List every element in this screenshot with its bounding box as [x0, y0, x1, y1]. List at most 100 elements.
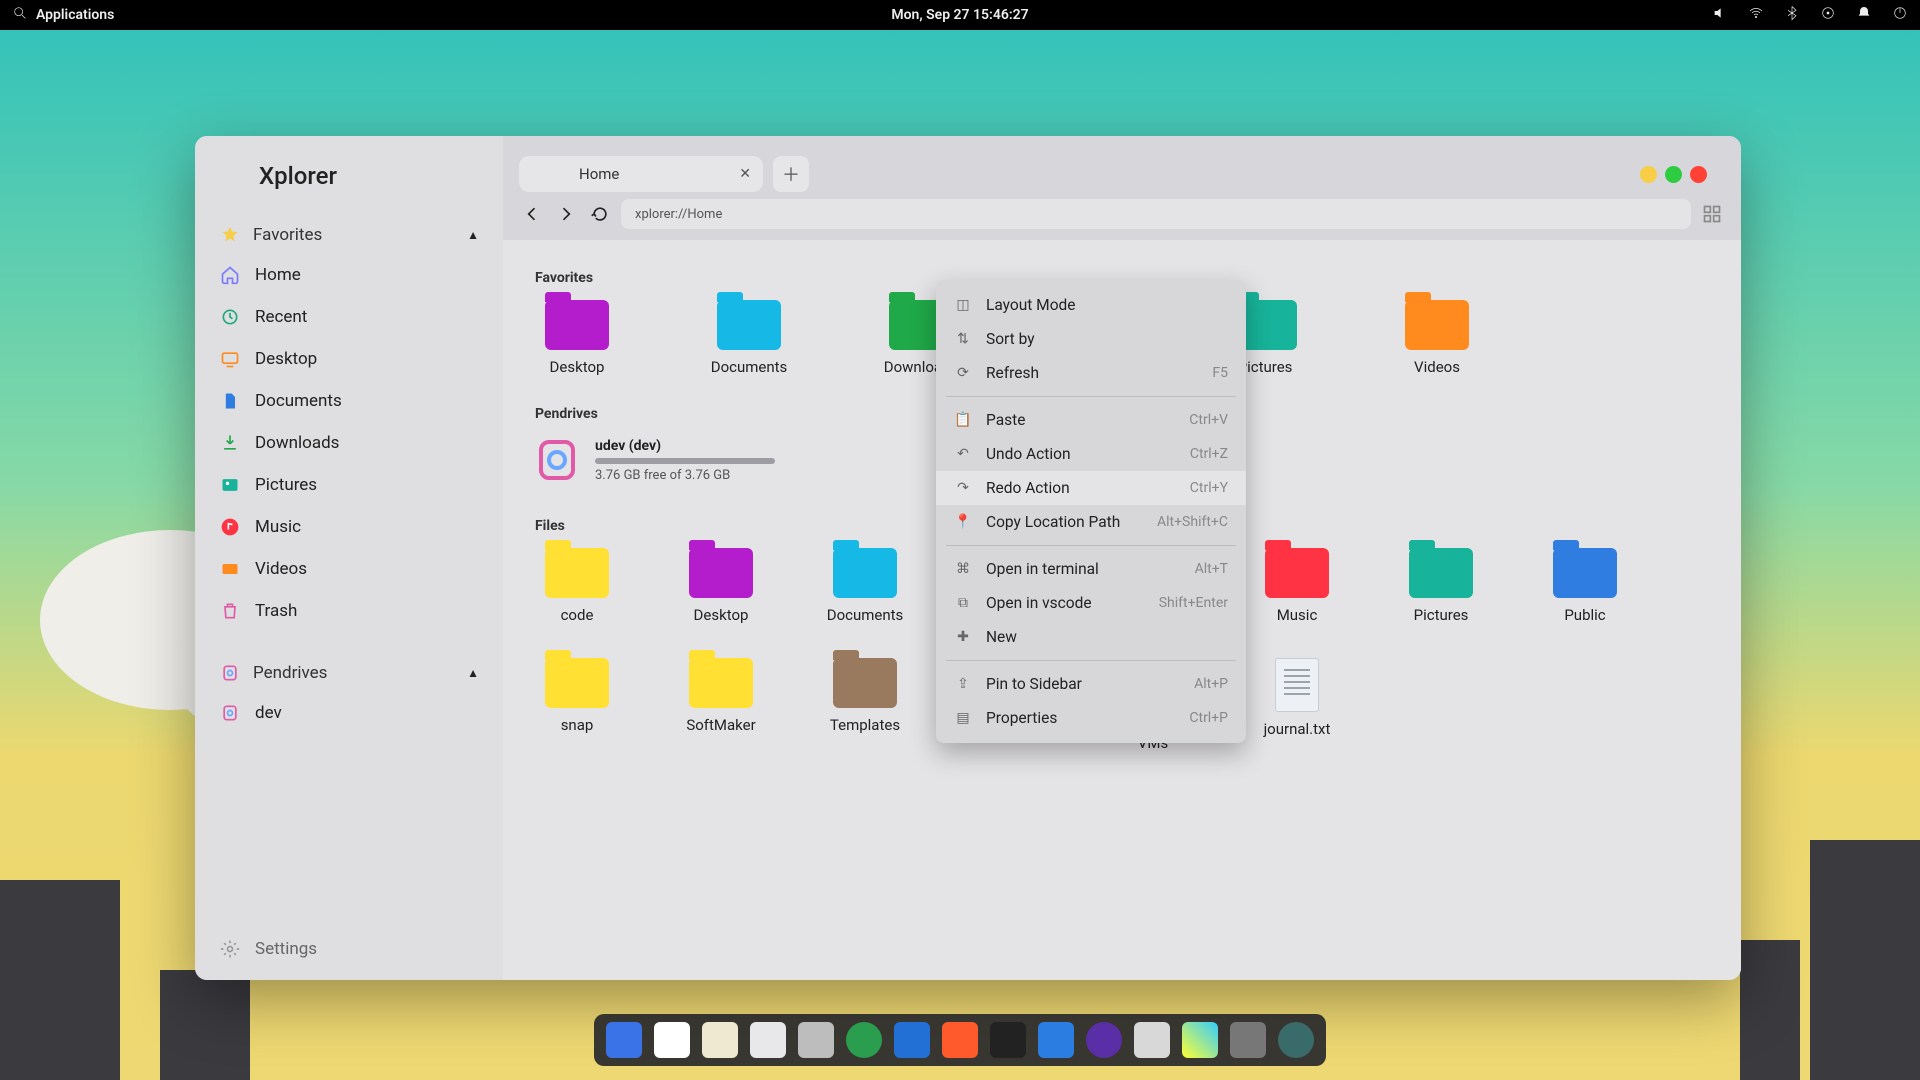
sidebar-favorites-header[interactable]: Favorites ▲ — [205, 216, 493, 254]
context-menu: ◫Layout Mode⇅Sort by⟳RefreshF5 📋PasteCtrl… — [936, 280, 1246, 743]
ctx-properties[interactable]: ▤PropertiesCtrl+P — [936, 701, 1246, 735]
ctx-new[interactable]: ✚New — [936, 620, 1246, 654]
power-icon[interactable] — [1892, 5, 1908, 25]
sidebar-item-label: Videos — [255, 559, 307, 579]
sidebar: Xplorer Favorites ▲ HomeRecentDesktopDoc… — [195, 136, 503, 980]
tab-home[interactable]: Home ✕ — [519, 156, 763, 192]
maximize-button[interactable] — [1665, 166, 1682, 183]
sidebar-item-recent[interactable]: Recent — [205, 296, 493, 338]
ctx-label: Properties — [986, 709, 1057, 727]
dock-app[interactable] — [750, 1022, 786, 1058]
item-label: Documents — [711, 358, 788, 376]
item-label: Music — [1277, 606, 1318, 624]
dock-app[interactable] — [1230, 1022, 1266, 1058]
ctx-shortcut: Ctrl+Y — [1190, 480, 1228, 496]
back-button[interactable] — [519, 201, 545, 227]
dock-app[interactable] — [942, 1022, 978, 1058]
sidebar-item-downloads[interactable]: Downloads — [205, 422, 493, 464]
item-snap[interactable]: snap — [533, 658, 621, 752]
dock-app[interactable] — [1278, 1022, 1314, 1058]
settings-button[interactable]: Settings — [205, 928, 493, 970]
dock-app[interactable] — [846, 1022, 882, 1058]
item-public[interactable]: Public — [1541, 548, 1629, 624]
ctx-pin-to-sidebar[interactable]: ⇪Pin to SidebarAlt+P — [936, 667, 1246, 701]
ctx-undo-action[interactable]: ↶Undo ActionCtrl+Z — [936, 437, 1246, 471]
item-templates[interactable]: Templates — [821, 658, 909, 752]
dock-app[interactable] — [1038, 1022, 1074, 1058]
item-videos[interactable]: Videos — [1393, 300, 1481, 376]
dock-app[interactable] — [654, 1022, 690, 1058]
clock[interactable]: Mon, Sep 27 15:46:27 — [891, 7, 1028, 23]
item-documents[interactable]: Documents — [821, 548, 909, 624]
dock-app[interactable] — [990, 1022, 1026, 1058]
pendrive-card[interactable]: udev (dev) 3.76 GB free of 3.76 GB — [533, 436, 833, 484]
item-softmaker[interactable]: SoftMaker — [677, 658, 765, 752]
sidebar-pendrive-dev[interactable]: dev — [205, 692, 493, 734]
item-pictures[interactable]: Pictures — [1397, 548, 1485, 624]
sidebar-item-label: Pictures — [255, 475, 317, 495]
pendrive-subtitle: 3.76 GB free of 3.76 GB — [595, 468, 775, 483]
reload-button[interactable] — [587, 201, 613, 227]
volume-icon[interactable] — [1712, 5, 1728, 25]
window-controls — [1640, 166, 1725, 183]
ctx-sort-by[interactable]: ⇅Sort by — [936, 322, 1246, 356]
ctx-shortcut: Ctrl+Z — [1190, 446, 1228, 462]
search-icon[interactable] — [12, 5, 28, 25]
pendrive-icon — [219, 662, 241, 684]
ctx-layout-mode[interactable]: ◫Layout Mode — [936, 288, 1246, 322]
nav-row: xplorer://Home — [503, 198, 1741, 240]
sidebar-pendrives-header[interactable]: Pendrives ▲ — [205, 654, 493, 692]
wifi-icon[interactable] — [1748, 5, 1764, 25]
item-desktop[interactable]: Desktop — [677, 548, 765, 624]
location-bar[interactable]: xplorer://Home — [621, 199, 1691, 229]
notification-icon[interactable] — [1856, 5, 1872, 25]
item-journal.txt[interactable]: journal.txt — [1253, 658, 1341, 752]
ctx-copy-location-path[interactable]: 📍Copy Location PathAlt+Shift+C — [936, 505, 1246, 539]
minimize-button[interactable] — [1640, 166, 1657, 183]
forward-button[interactable] — [553, 201, 579, 227]
gear-icon — [219, 938, 241, 960]
close-tab-icon[interactable]: ✕ — [739, 166, 751, 182]
item-code[interactable]: code — [533, 548, 621, 624]
dock-app[interactable] — [1086, 1022, 1122, 1058]
sidebar-item-music[interactable]: Music — [205, 506, 493, 548]
dock-app[interactable] — [606, 1022, 642, 1058]
ctx-label: New — [986, 628, 1017, 646]
vscode-icon: ⧉ — [954, 594, 972, 612]
sidebar-item-videos[interactable]: Videos — [205, 548, 493, 590]
collapse-icon[interactable]: ▲ — [467, 666, 479, 680]
layout-toggle-icon[interactable] — [1699, 201, 1725, 227]
ctx-refresh[interactable]: ⟳RefreshF5 — [936, 356, 1246, 390]
sync-icon[interactable] — [1820, 5, 1836, 25]
xplorer-window: Xplorer Favorites ▲ HomeRecentDesktopDoc… — [195, 136, 1741, 980]
applications-menu[interactable]: Applications — [36, 7, 114, 23]
item-music[interactable]: Music — [1253, 548, 1341, 624]
sidebar-item-desktop[interactable]: Desktop — [205, 338, 493, 380]
dock-app[interactable] — [1134, 1022, 1170, 1058]
pendrive-icon — [533, 436, 581, 484]
dock-app[interactable] — [798, 1022, 834, 1058]
folder-icon — [689, 658, 753, 708]
dock-app[interactable] — [1182, 1022, 1218, 1058]
videos-icon — [219, 558, 241, 580]
tab-bar: Home ✕ ＋ — [503, 136, 1741, 198]
collapse-icon[interactable]: ▲ — [467, 228, 479, 242]
content-area: Favorites DesktopDocumentsDownloadsMusic… — [503, 240, 1741, 980]
item-desktop[interactable]: Desktop — [533, 300, 621, 376]
ctx-paste[interactable]: 📋PasteCtrl+V — [936, 403, 1246, 437]
ctx-open-in-vscode[interactable]: ⧉Open in vscodeShift+Enter — [936, 586, 1246, 620]
pin2-icon: ⇪ — [954, 675, 972, 693]
ctx-redo-action[interactable]: ↷Redo ActionCtrl+Y — [936, 471, 1246, 505]
sidebar-item-trash[interactable]: Trash — [205, 590, 493, 632]
item-documents[interactable]: Documents — [705, 300, 793, 376]
new-tab-button[interactable]: ＋ — [773, 156, 809, 192]
ctx-shortcut: Alt+P — [1194, 676, 1228, 692]
sidebar-item-pictures[interactable]: Pictures — [205, 464, 493, 506]
ctx-open-in-terminal[interactable]: ⌘Open in terminalAlt+T — [936, 552, 1246, 586]
sidebar-item-documents[interactable]: Documents — [205, 380, 493, 422]
sidebar-item-home[interactable]: Home — [205, 254, 493, 296]
dock-app[interactable] — [894, 1022, 930, 1058]
bluetooth-icon[interactable] — [1784, 5, 1800, 25]
close-button[interactable] — [1690, 166, 1707, 183]
dock-app[interactable] — [702, 1022, 738, 1058]
